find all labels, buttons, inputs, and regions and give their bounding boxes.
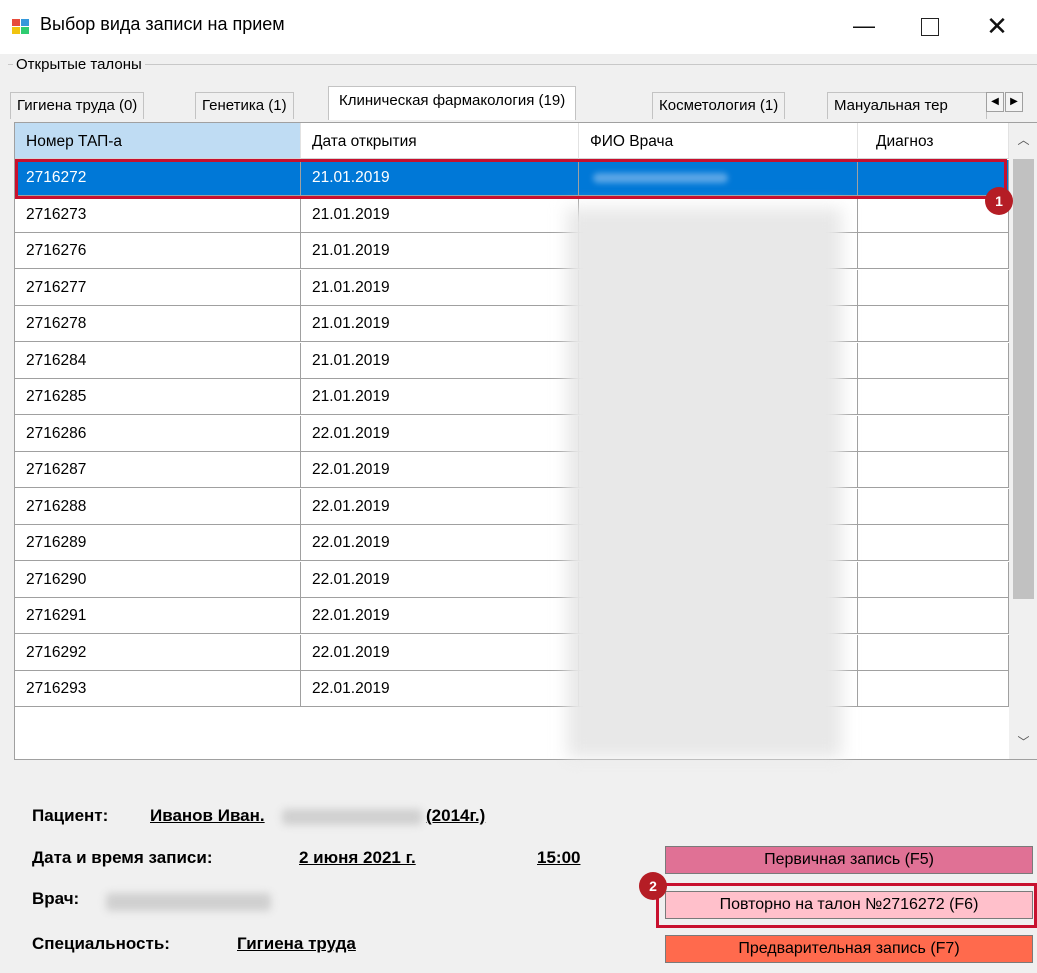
column-header-diagnosis[interactable]: Диагноз (858, 123, 1009, 159)
redacted-doctor-names (567, 208, 842, 758)
step-marker-1: 1 (985, 187, 1013, 215)
open-date-cell[interactable]: 21.01.2019 (301, 196, 579, 233)
scroll-up-icon[interactable]: ︿ (1009, 123, 1037, 157)
preliminary-appointment-button[interactable]: Предварительная запись (F7) (665, 935, 1033, 963)
redacted-patient-surname (282, 809, 422, 825)
maximize-icon (921, 18, 939, 37)
ticket-number-cell[interactable]: 2716289 (15, 525, 301, 561)
diagnosis-cell[interactable] (858, 525, 1009, 561)
ticket-number-cell[interactable]: 2716293 (15, 671, 301, 707)
open-date-cell[interactable]: 22.01.2019 (301, 598, 579, 634)
repeat-ticket-button[interactable]: Повторно на талон №2716272 (F6) (665, 891, 1033, 919)
minimize-button[interactable]: — (839, 6, 889, 46)
diagnosis-cell[interactable] (858, 306, 1009, 342)
ticket-number-cell[interactable]: 2716278 (15, 306, 301, 342)
open-date-cell[interactable]: 22.01.2019 (301, 561, 579, 598)
redacted-doctor (106, 893, 271, 911)
open-date-cell[interactable]: 21.01.2019 (301, 342, 579, 379)
table-row[interactable]: 2716293 22.01.2019 (15, 671, 1009, 707)
tab-cosmetology[interactable]: Косметология (1) (652, 92, 786, 119)
ticket-number-cell[interactable]: 2716276 (15, 233, 301, 269)
table-row[interactable]: 2716287 22.01.2019 (15, 452, 1009, 488)
diagnosis-cell[interactable] (858, 634, 1009, 671)
table-row[interactable]: 2716291 22.01.2019 (15, 598, 1009, 634)
open-date-cell[interactable]: 22.01.2019 (301, 488, 579, 525)
selected-row-highlight (15, 159, 1007, 199)
scrollbar-thumb[interactable] (1013, 159, 1034, 599)
datetime-label: Дата и время записи: (32, 848, 213, 867)
open-date-cell[interactable]: 22.01.2019 (301, 415, 579, 452)
patient-birth-year: (2014г.) (426, 806, 486, 825)
open-date-cell[interactable]: 22.01.2019 (301, 671, 579, 707)
doctor-label: Врач: (32, 889, 80, 908)
maximize-button[interactable] (905, 6, 955, 46)
appointment-time: 15:00 (537, 848, 581, 867)
title-bar: Выбор вида записи на прием — ✕ (0, 0, 1037, 54)
primary-appointment-button[interactable]: Первичная запись (F5) (665, 846, 1033, 874)
open-date-cell[interactable]: 22.01.2019 (301, 525, 579, 561)
diagnosis-cell[interactable] (858, 598, 1009, 634)
open-date-cell[interactable]: 21.01.2019 (301, 269, 579, 306)
scroll-down-icon[interactable]: ﹀ (1009, 725, 1037, 759)
table-row[interactable]: 2716285 21.01.2019 (15, 379, 1009, 415)
tab-scroll-left-icon[interactable]: ◀ (986, 92, 1004, 112)
ticket-number-cell[interactable]: 2716292 (15, 634, 301, 671)
column-header-date[interactable]: Дата открытия (301, 123, 579, 159)
tickets-table: Номер ТАП-а Дата открытия ФИО Врача Диаг… (14, 122, 1037, 760)
table-row[interactable]: 2716286 22.01.2019 (15, 415, 1009, 452)
table-row[interactable]: 2716284 21.01.2019 (15, 342, 1009, 379)
diagnosis-cell[interactable] (858, 379, 1009, 415)
diagnosis-cell[interactable] (858, 488, 1009, 525)
ticket-number-cell[interactable]: 2716273 (15, 196, 301, 233)
diagnosis-cell[interactable] (858, 561, 1009, 598)
table-row[interactable]: 2716277 21.01.2019 (15, 269, 1009, 306)
open-date-cell[interactable]: 21.01.2019 (301, 379, 579, 415)
open-date-cell[interactable]: 21.01.2019 (301, 306, 579, 342)
step-marker-2: 2 (639, 872, 667, 900)
ticket-number-cell[interactable]: 2716290 (15, 561, 301, 598)
table-row[interactable]: 2716290 22.01.2019 (15, 561, 1009, 598)
specialty-label: Специальность: (32, 934, 170, 953)
ticket-number-cell[interactable]: 2716287 (15, 452, 301, 488)
tab-scroll-right-icon[interactable]: ▶ (1005, 92, 1023, 112)
open-date-cell[interactable]: 22.01.2019 (301, 452, 579, 488)
ticket-number-cell[interactable]: 2716284 (15, 342, 301, 379)
tab-manual-therapy[interactable]: Мануальная тер (827, 92, 987, 119)
table-row[interactable]: 2716289 22.01.2019 (15, 525, 1009, 561)
diagnosis-cell[interactable] (858, 233, 1009, 269)
table-row[interactable]: 2716288 22.01.2019 (15, 488, 1009, 525)
open-date-cell[interactable]: 21.01.2019 (301, 233, 579, 269)
ticket-number-cell[interactable]: 2716288 (15, 488, 301, 525)
tab-clinical-pharmacology[interactable]: Клиническая фармакология (19) (328, 86, 577, 120)
diagnosis-cell[interactable] (858, 269, 1009, 306)
table-row[interactable]: 2716292 22.01.2019 (15, 634, 1009, 671)
specialty-tabs: Гигиена труда (0) Генетика (1) Клиническ… (10, 86, 1037, 120)
app-icon (12, 19, 30, 35)
column-header-number[interactable]: Номер ТАП-а (15, 123, 301, 159)
diagnosis-cell[interactable] (858, 342, 1009, 379)
ticket-number-cell[interactable]: 2716285 (15, 379, 301, 415)
vertical-scrollbar[interactable]: ︿ ﹀ (1009, 123, 1037, 759)
group-label: Открытые талоны (13, 56, 145, 73)
table-row[interactable]: 2716276 21.01.2019 (15, 233, 1009, 269)
table-row[interactable]: 2716278 21.01.2019 (15, 306, 1009, 342)
table-row[interactable]: 2716273 21.01.2019 (15, 196, 1009, 233)
specialty-value: Гигиена труда (237, 934, 356, 953)
patient-name[interactable]: Иванов Иван. (150, 806, 265, 826)
patient-label: Пациент: (32, 806, 109, 825)
ticket-number-cell[interactable]: 2716286 (15, 415, 301, 452)
tab-genetics[interactable]: Генетика (1) (195, 92, 294, 119)
open-date-cell[interactable]: 22.01.2019 (301, 634, 579, 671)
ticket-number-cell[interactable]: 2716291 (15, 598, 301, 634)
window-title: Выбор вида записи на прием (40, 14, 285, 34)
tab-hygiene[interactable]: Гигиена труда (0) (10, 92, 145, 119)
diagnosis-cell[interactable] (858, 415, 1009, 452)
diagnosis-cell[interactable] (858, 452, 1009, 488)
table-header: Номер ТАП-а Дата открытия ФИО Врача Диаг… (15, 123, 1009, 159)
ticket-number-cell[interactable]: 2716277 (15, 269, 301, 306)
column-header-doctor[interactable]: ФИО Врача (579, 123, 858, 159)
close-button[interactable]: ✕ (972, 6, 1022, 46)
diagnosis-cell[interactable] (858, 671, 1009, 707)
appointment-date: 2 июня 2021 г. (299, 848, 416, 867)
